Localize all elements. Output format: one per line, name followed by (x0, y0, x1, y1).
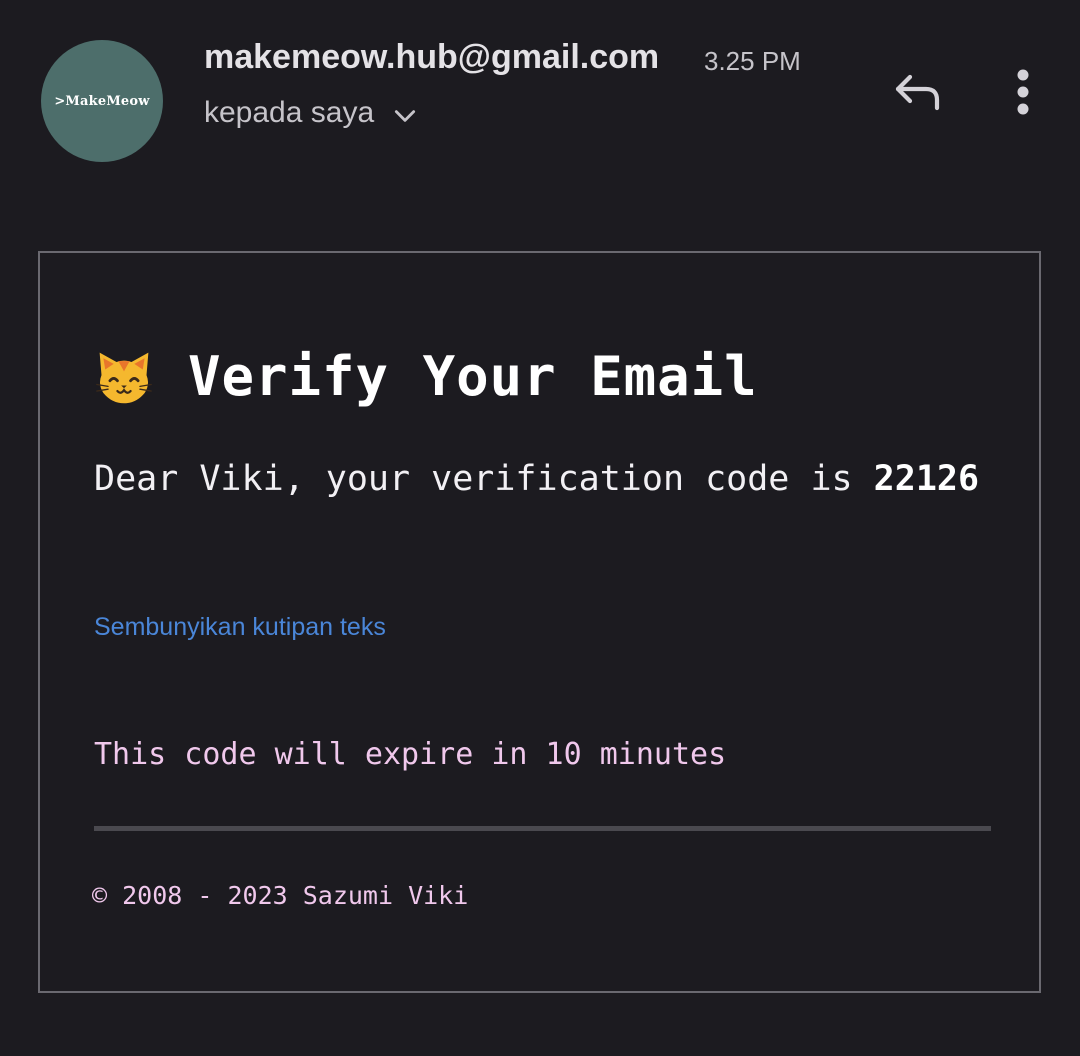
hide-quoted-text-link[interactable]: Sembunyikan kutipan teks (94, 613, 386, 642)
verification-message: Dear Viki, your verification code is 221… (94, 459, 979, 499)
expiry-notice: This code will expire in 10 minutes (94, 737, 727, 772)
verification-message-text: Dear Viki, your verification code is (94, 459, 853, 499)
email-time: 3.25 PM (704, 46, 801, 76)
divider (94, 826, 991, 831)
chevron-down-icon (395, 110, 416, 122)
reply-button[interactable] (884, 62, 952, 122)
recipient-label: kepada saya (204, 96, 375, 129)
sender-email[interactable]: makemeow.hub@gmail.com (204, 38, 659, 77)
email-heading: Verify Your Email (94, 345, 758, 408)
more-vert-icon (1017, 69, 1029, 115)
email-body-card: Verify Your Email Dear Viki, your verifi… (38, 251, 1041, 993)
reply-icon (895, 74, 940, 111)
email-title: Verify Your Email (188, 345, 758, 408)
verification-code: 22126 (873, 459, 980, 499)
copyright-footer: © 2008 - 2023 Sazumi Viki (92, 881, 469, 910)
sender-avatar[interactable]: >MakeMeow (41, 40, 163, 162)
cat-face-icon (96, 352, 152, 403)
more-options-button[interactable] (998, 62, 1048, 122)
avatar-logo-text: >MakeMeow (54, 93, 150, 109)
recipient-details-toggle[interactable]: kepada saya (204, 96, 418, 130)
